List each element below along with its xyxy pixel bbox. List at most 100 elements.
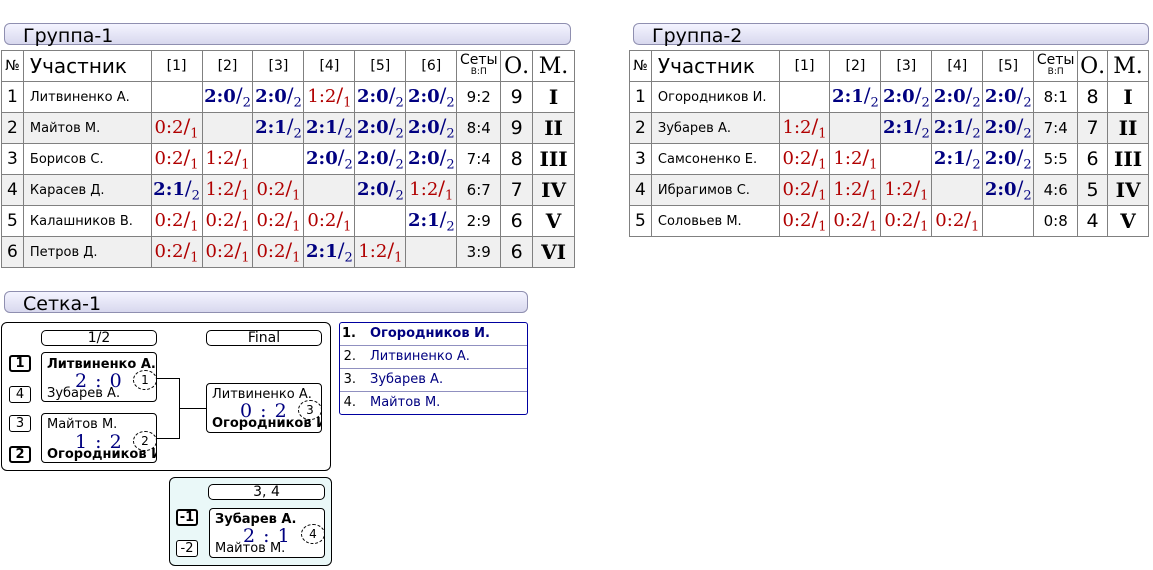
match-result-cell[interactable]: 1:2/1 <box>778 112 831 144</box>
group1-title: Группа-1 <box>4 23 571 47</box>
match-result-cell[interactable]: 0:2/1 <box>778 143 831 175</box>
header-sets: Сеты В:П <box>1033 50 1079 82</box>
row-number: 2 <box>1 112 24 144</box>
match-result-cell[interactable]: 0:2/1 <box>252 236 305 268</box>
final-match[interactable]: Литвиненко А. 0 : 2 Огородников И. 3 <box>206 383 322 433</box>
match-score: 2:0 <box>984 117 1017 139</box>
participant-name: Петров Д. <box>22 236 152 268</box>
match-result-cell[interactable]: 2:0/2 <box>354 143 407 175</box>
match-result-cell[interactable]: 0:2/1 <box>201 236 254 268</box>
points-total: 9 <box>500 112 534 144</box>
match-result-cell[interactable]: 2:0/2 <box>405 112 458 144</box>
match-score: 2:0 <box>255 86 287 108</box>
match-result-cell[interactable]: 0:2/1 <box>252 205 305 237</box>
match-result-cell[interactable]: 2:1/2 <box>252 112 305 144</box>
header-col-6: [6] <box>405 50 458 82</box>
match-result-cell[interactable]: 2:0/2 <box>982 112 1035 144</box>
match-points: 1 <box>445 188 454 204</box>
table-row: 1 Литвиненко А. 2:0/2 2:0/2 1:2/1 2:0/2 2:0/2 9… <box>1 81 575 113</box>
match-result-cell[interactable]: 1:2/1 <box>354 236 407 268</box>
match-result-cell[interactable]: 2:0/2 <box>252 81 305 113</box>
match-result-cell[interactable]: 2:1/2 <box>303 236 356 268</box>
match-result-cell[interactable]: 1:2/1 <box>303 81 356 113</box>
match-result-cell[interactable]: 2:0/2 <box>931 81 984 113</box>
match-points: 1 <box>869 188 878 204</box>
match-result-cell[interactable]: 0:2/1 <box>778 205 831 237</box>
final-label: Final <box>206 330 322 346</box>
match-result-cell[interactable]: 1:2/1 <box>201 143 254 175</box>
match-result-cell[interactable]: 2:0/2 <box>354 174 407 206</box>
match-result-cell[interactable]: 0:2/1 <box>303 205 356 237</box>
match-points: 2 <box>1023 188 1032 204</box>
match-score: 1:2 <box>358 241 388 263</box>
match-result-cell[interactable]: 0:2/1 <box>150 236 203 268</box>
points-total: 6 <box>500 205 534 237</box>
match-score: 0:2 <box>154 241 184 263</box>
match-score: 2:1 <box>306 117 338 139</box>
match-result-cell[interactable]: 2:0/2 <box>880 81 933 113</box>
match-score: 2:0 <box>407 117 440 139</box>
match-result-cell[interactable]: 1:2/1 <box>201 174 254 206</box>
match-score: 1:2 <box>205 148 235 170</box>
score-slash: / <box>235 83 243 108</box>
match-result-cell[interactable]: 0:2/1 <box>150 112 203 144</box>
match-score: 2:0 <box>306 148 338 170</box>
match-points: 1 <box>818 157 827 173</box>
match-result-cell[interactable]: 2:0/2 <box>982 143 1035 175</box>
match-result-cell[interactable]: 2:1/2 <box>303 112 356 144</box>
match-points: 2 <box>972 157 981 173</box>
match-result-cell[interactable]: 1:2/1 <box>829 174 882 206</box>
points-total: 9 <box>500 81 534 113</box>
match-result-cell[interactable]: 0:2/1 <box>150 143 203 175</box>
match-score: 2:1 <box>407 210 440 232</box>
match-result-cell[interactable]: 2:1/2 <box>829 81 882 113</box>
match-result-cell[interactable]: 2:0/2 <box>982 174 1035 206</box>
standing-position: 3. <box>343 372 356 387</box>
third-place-label: 3, 4 <box>208 484 325 500</box>
place-rank: V <box>532 205 575 237</box>
match-points: 1 <box>971 219 980 235</box>
match-points: 2 <box>242 95 251 111</box>
match-score: 1:2 <box>833 179 863 201</box>
match-score: 1:2 <box>884 179 914 201</box>
table-row: 6 Петров Д. 0:2/1 0:2/1 0:2/1 2:1/2 1:2/1 3:9 6 V… <box>1 236 575 268</box>
points-total: 8 <box>500 143 534 175</box>
match-result-cell[interactable]: 2:1/2 <box>880 112 933 144</box>
match-score: 2:1 <box>832 86 864 108</box>
match-result-cell[interactable]: 2:1/2 <box>150 174 203 206</box>
header-participant: Участник <box>650 50 780 82</box>
match-result-cell[interactable]: 1:2/1 <box>829 143 882 175</box>
match-score: 1:2 <box>782 117 812 139</box>
semi1-match[interactable]: Литвиненко А. 2 : 0 Зубарев А. 1 <box>41 352 157 402</box>
match-result-cell[interactable]: 2:1/2 <box>931 143 984 175</box>
match-result-cell[interactable]: 0:2/1 <box>201 205 254 237</box>
match-points: 1 <box>920 219 929 235</box>
match-result-cell[interactable]: 1:2/1 <box>880 174 933 206</box>
third-place-match[interactable]: Зубарев А. 2 : 1 Майтов М. 4 <box>209 508 325 558</box>
match-result-cell[interactable]: 0:2/1 <box>252 174 305 206</box>
match-result-cell[interactable]: 2:1/2 <box>931 112 984 144</box>
match-result-cell[interactable]: 2:1/2 <box>405 205 458 237</box>
match-points: 1 <box>241 219 250 235</box>
match-result-cell[interactable]: 1:2/1 <box>405 174 458 206</box>
match-result-cell[interactable]: 2:0/2 <box>354 81 407 113</box>
semi2-match[interactable]: Майтов М. 1 : 2 Огородников И. 2 <box>41 413 157 463</box>
match-result-cell[interactable]: 2:0/2 <box>405 143 458 175</box>
match-points: 1 <box>818 219 827 235</box>
final-match-number: 3 <box>298 400 322 420</box>
standing-name: Зубарев А. <box>370 372 444 387</box>
match-result-cell[interactable]: 0:2/1 <box>880 205 933 237</box>
third-match-number: 4 <box>301 524 325 544</box>
match-result-cell[interactable]: 2:0/2 <box>354 112 407 144</box>
match-result-cell[interactable]: 0:2/1 <box>931 205 984 237</box>
self-match-cell <box>778 81 831 113</box>
match-result-cell[interactable]: 2:0/2 <box>405 81 458 113</box>
match-result-cell[interactable]: 2:0/2 <box>982 81 1035 113</box>
match-result-cell[interactable]: 0:2/1 <box>829 205 882 237</box>
header-participant: Участник <box>22 50 152 82</box>
match-result-cell[interactable]: 2:0/2 <box>303 143 356 175</box>
match-result-cell[interactable]: 0:2/1 <box>778 174 831 206</box>
match-result-cell[interactable]: 2:0/2 <box>201 81 254 113</box>
match-result-cell[interactable]: 0:2/1 <box>150 205 203 237</box>
match-points: 1 <box>292 219 301 235</box>
